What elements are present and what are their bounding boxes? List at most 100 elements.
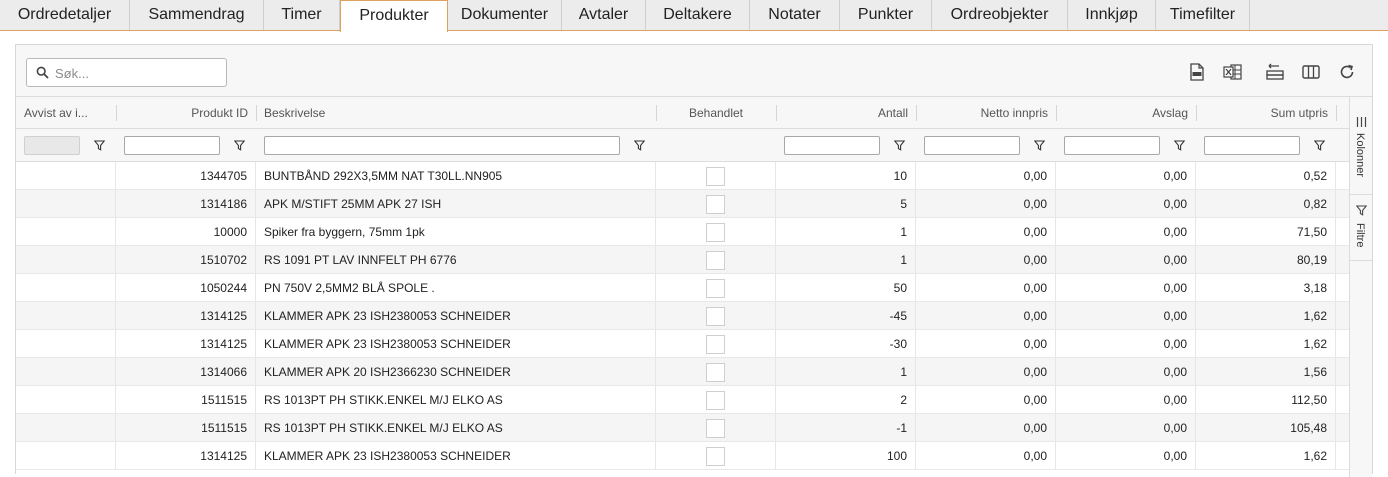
tab-notater[interactable]: Notater — [750, 0, 840, 30]
cell-beskrivelse: KLAMMER APK 23 ISH2380053 SCHNEIDER — [256, 330, 656, 357]
grid-toolbar — [16, 45, 1372, 97]
behandlet-checkbox[interactable] — [706, 251, 725, 270]
filter-icon[interactable] — [234, 140, 245, 151]
cell-behandlet — [656, 386, 776, 413]
filter-input-netto-innpris[interactable] — [924, 136, 1020, 155]
cell-beskrivelse: KLAMMER APK 20 ISH2366230 SCHNEIDER — [256, 358, 656, 385]
table-row[interactable]: 1314125 KLAMMER APK 23 ISH2380053 SCHNEID… — [16, 442, 1349, 470]
column-header-behandlet[interactable]: Behandlet — [656, 97, 776, 128]
table-row[interactable]: 1314125 KLAMMER APK 23 ISH2380053 SCHNEID… — [16, 302, 1349, 330]
tab-punkter[interactable]: Punkter — [840, 0, 932, 30]
cell-produkt-id: 1344705 — [116, 162, 256, 189]
cell-sum-utpris: 80,19 — [1196, 246, 1336, 273]
tab-avtaler[interactable]: Avtaler — [562, 0, 646, 30]
tab-sammendrag[interactable]: Sammendrag — [130, 0, 264, 30]
column-header-beskrivelse[interactable]: Beskrivelse — [256, 97, 656, 128]
cell-avvist — [16, 274, 116, 301]
behandlet-checkbox[interactable] — [706, 419, 725, 438]
tab-produkter[interactable]: Produkter — [340, 0, 448, 32]
behandlet-checkbox[interactable] — [706, 223, 725, 242]
filter-icon[interactable] — [1174, 140, 1185, 151]
behandlet-checkbox[interactable] — [706, 335, 725, 354]
cell-behandlet — [656, 274, 776, 301]
cell-avvist — [16, 386, 116, 413]
filter-icon — [1356, 205, 1367, 216]
cell-behandlet — [656, 330, 776, 357]
products-grid: Avvist av i... Produkt ID Beskrivelse Be… — [16, 97, 1349, 470]
tab-timer[interactable]: Timer — [264, 0, 340, 30]
grid-header: Avvist av i... Produkt ID Beskrivelse Be… — [16, 97, 1349, 129]
cell-avvist — [16, 218, 116, 245]
table-row[interactable]: 1511515 RS 1013PT PH STIKK.ENKEL M/J ELKO… — [16, 414, 1349, 442]
table-row[interactable]: 1314125 KLAMMER APK 23 ISH2380053 SCHNEID… — [16, 330, 1349, 358]
column-header-netto-innpris[interactable]: Netto innpris — [916, 97, 1056, 128]
filter-input-avslag[interactable] — [1064, 136, 1160, 155]
filter-icon[interactable] — [94, 140, 105, 151]
behandlet-checkbox[interactable] — [706, 447, 725, 466]
cell-antall: -1 — [776, 414, 916, 441]
search-box[interactable] — [26, 58, 227, 87]
table-row[interactable]: 10000 Spiker fra byggern, 75mm 1pk 1 0,00 0,… — [16, 218, 1349, 246]
filter-icon[interactable] — [1314, 140, 1325, 151]
tab-dokumenter[interactable]: Dokumenter — [448, 0, 562, 30]
table-row[interactable]: 1314186 APK M/STIFT 25MM APK 27 ISH 5 0,00 0… — [16, 190, 1349, 218]
column-header-antall[interactable]: Antall — [776, 97, 916, 128]
tab-ordredetaljer[interactable]: Ordredetaljer — [0, 0, 130, 30]
table-row[interactable]: 1050244 PN 750V 2,5MM2 BLÅ SPOLE . 50 0,00 0… — [16, 274, 1349, 302]
excel-export-button[interactable] — [1222, 61, 1244, 83]
cell-avvist — [16, 414, 116, 441]
behandlet-checkbox[interactable] — [706, 167, 725, 186]
cell-antall: -30 — [776, 330, 916, 357]
pdf-export-button[interactable] — [1186, 61, 1208, 83]
behandlet-checkbox[interactable] — [706, 279, 725, 298]
cell-avvist — [16, 246, 116, 273]
column-header-sum-utpris[interactable]: Sum utpris — [1196, 97, 1336, 128]
cell-sum-utpris: 71,50 — [1196, 218, 1336, 245]
cell-netto-innpris: 0,00 — [916, 302, 1056, 329]
refresh-button[interactable] — [1336, 61, 1358, 83]
cell-sum-utpris: 1,62 — [1196, 330, 1336, 357]
filter-icon[interactable] — [1034, 140, 1045, 151]
cell-produkt-id: 1511515 — [116, 386, 256, 413]
columns-button[interactable] — [1300, 61, 1322, 83]
filter-icon[interactable] — [894, 140, 905, 151]
table-row[interactable]: 1344705 BUNTBÅND 292X3,5MM NAT T30LL.NN90… — [16, 162, 1349, 190]
column-header-produkt-id[interactable]: Produkt ID — [116, 97, 256, 128]
cell-antall: 10 — [776, 162, 916, 189]
filter-input-produkt-id[interactable] — [124, 136, 220, 155]
cell-sum-utpris: 3,18 — [1196, 274, 1336, 301]
filters-panel-button[interactable]: Filtre — [1350, 195, 1373, 261]
filter-input-sum-utpris[interactable] — [1204, 136, 1300, 155]
cell-beskrivelse: RS 1013PT PH STIKK.ENKEL M/J ELKO AS — [256, 414, 656, 441]
behandlet-checkbox[interactable] — [706, 195, 725, 214]
cell-behandlet — [656, 358, 776, 385]
cell-sum-utpris: 1,62 — [1196, 442, 1336, 469]
filter-input-antall[interactable] — [784, 136, 880, 155]
column-header-avvist[interactable]: Avvist av i... — [16, 97, 116, 128]
tab-deltakere[interactable]: Deltakere — [646, 0, 750, 30]
search-input[interactable] — [55, 63, 220, 83]
column-header-avslag[interactable]: Avslag — [1056, 97, 1196, 128]
filter-icon[interactable] — [634, 140, 645, 151]
behandlet-checkbox[interactable] — [706, 363, 725, 382]
cell-avslag: 0,00 — [1056, 162, 1196, 189]
column-separator[interactable] — [1336, 105, 1337, 121]
table-row[interactable]: 1314066 KLAMMER APK 20 ISH2366230 SCHNEID… — [16, 358, 1349, 386]
cell-avslag: 0,00 — [1056, 442, 1196, 469]
filter-input-beskrivelse[interactable] — [264, 136, 620, 155]
row-height-button[interactable] — [1264, 61, 1286, 83]
behandlet-checkbox[interactable] — [706, 307, 725, 326]
cell-produkt-id: 1314125 — [116, 442, 256, 469]
cell-antall: 1 — [776, 246, 916, 273]
tab-ordreobjekter[interactable]: Ordreobjekter — [932, 0, 1068, 30]
behandlet-checkbox[interactable] — [706, 391, 725, 410]
table-row[interactable]: 1510702 RS 1091 PT LAV INNFELT PH 6776 1 0,… — [16, 246, 1349, 274]
tab-innkjøp[interactable]: Innkjøp — [1068, 0, 1156, 30]
cell-beskrivelse: Spiker fra byggern, 75mm 1pk — [256, 218, 656, 245]
tab-timefilter[interactable]: Timefilter — [1156, 0, 1250, 30]
cell-avvist — [16, 358, 116, 385]
columns-panel-button[interactable]: Kolonner — [1350, 109, 1373, 195]
table-row[interactable]: 1511515 RS 1013PT PH STIKK.ENKEL M/J ELKO… — [16, 386, 1349, 414]
cell-sum-utpris: 1,56 — [1196, 358, 1336, 385]
cell-avvist — [16, 302, 116, 329]
